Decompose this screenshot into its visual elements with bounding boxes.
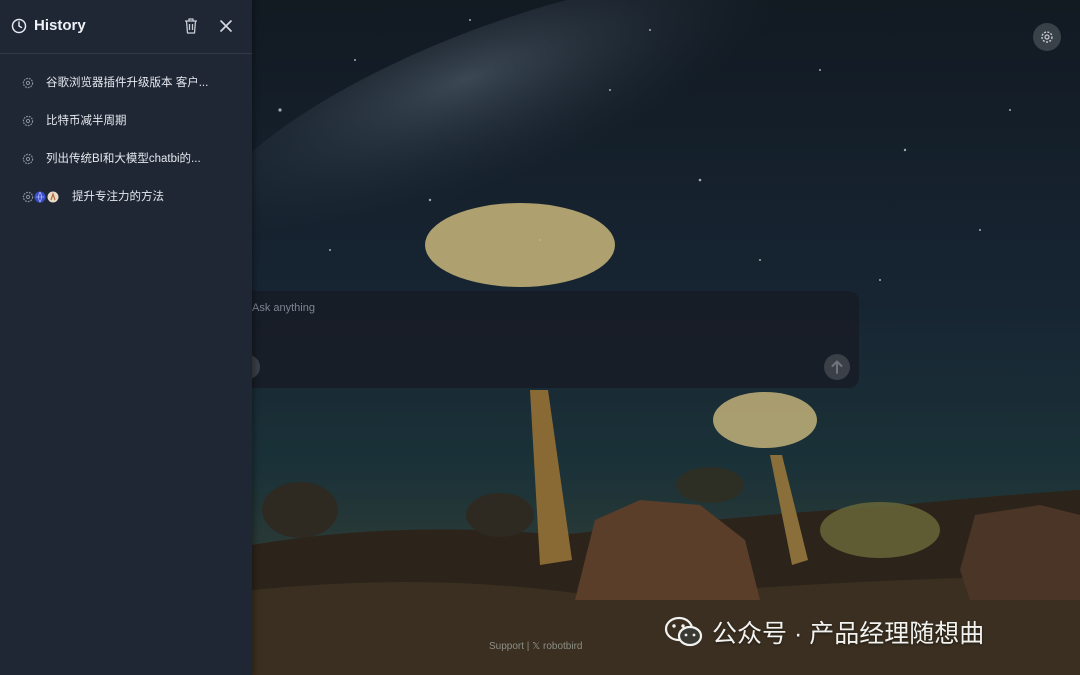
globe-icon	[34, 191, 46, 203]
history-item[interactable]: 提升专注力的方法	[0, 183, 252, 213]
openai-icon	[22, 77, 34, 89]
history-item-label: 提升专注力的方法	[72, 191, 164, 203]
openai-icon	[22, 153, 34, 165]
history-item[interactable]: 比特币减半周期	[0, 107, 252, 137]
ask-box	[246, 291, 859, 388]
history-item-label: 比特币减半周期	[46, 115, 127, 127]
openai-icon	[22, 115, 34, 127]
send-button[interactable]	[824, 354, 850, 380]
history-sidebar: History 谷歌浏览器插件升级版本 客户... 比特币减半周期 列出传统BI…	[0, 0, 252, 675]
support-link[interactable]: Support | 𝕏 robotbird	[489, 641, 582, 652]
watermark: 公众号 · 产品经理随想曲	[664, 614, 984, 650]
sidebar-header: History	[0, 0, 252, 54]
trash-icon[interactable]	[183, 17, 199, 35]
history-item[interactable]: 谷歌浏览器插件升级版本 客户...	[0, 69, 252, 99]
openai-icon	[22, 191, 34, 203]
sidebar-title: History	[34, 17, 86, 34]
close-icon[interactable]	[218, 18, 234, 34]
wechat-icon	[664, 616, 703, 647]
history-item-label: 谷歌浏览器插件升级版本 客户...	[46, 77, 209, 89]
gear-icon	[1041, 31, 1053, 43]
settings-button[interactable]	[1033, 23, 1061, 51]
clock-icon	[11, 18, 27, 34]
app-stage: Support | 𝕏 robotbird 公众号 · 产品经理随想曲 Hist…	[0, 0, 1080, 675]
arrow-up-icon	[831, 360, 843, 374]
watermark-text: 公众号 · 产品经理随想曲	[712, 620, 985, 648]
claude-icon	[47, 191, 59, 203]
ask-input[interactable]	[252, 297, 772, 319]
history-item[interactable]: 列出传统BI和大模型chatbi的...	[0, 145, 252, 175]
history-item-label: 列出传统BI和大模型chatbi的...	[46, 153, 201, 165]
